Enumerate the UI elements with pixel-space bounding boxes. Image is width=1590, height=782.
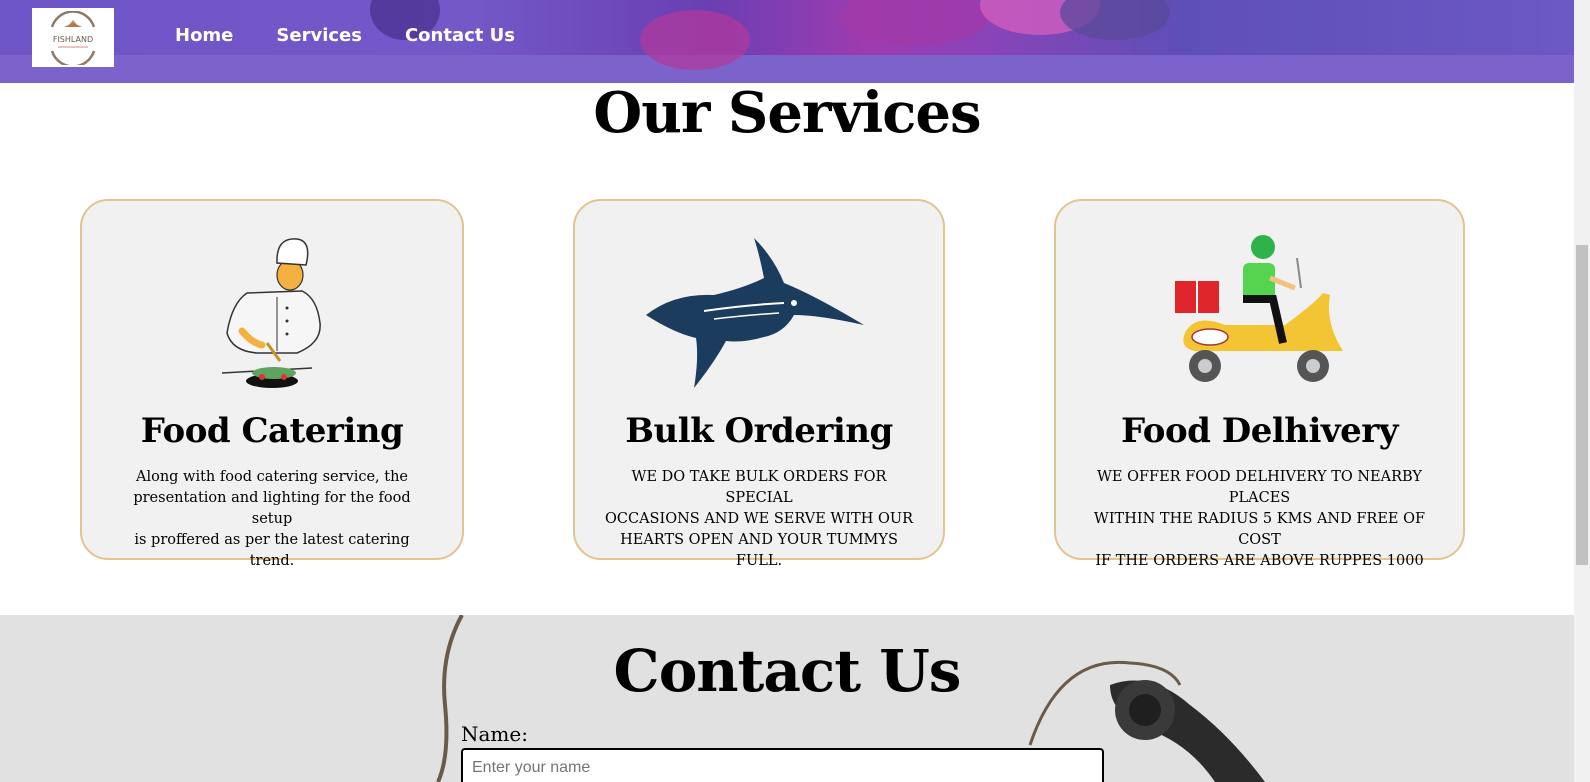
header: FISHLAND Home Services Contact Us [0, 0, 1574, 83]
main-nav: Home Services Contact Us [175, 25, 515, 46]
nav-services-link[interactable]: Services [276, 25, 362, 46]
service-card-title: Food Catering [140, 411, 404, 451]
service-card-delivery: Food Delhivery WE OFFER FOOD DELHIVERY T… [1054, 199, 1465, 569]
nav-contact-link[interactable]: Contact Us [405, 25, 515, 46]
fishland-logo-icon: FISHLAND [50, 10, 96, 65]
contact-section: Contact Us Name: [0, 615, 1574, 782]
service-card-description: WE DO TAKE BULK ORDERS FOR SPECIAL OCCAS… [605, 469, 913, 569]
svg-text:FISHLAND: FISHLAND [53, 35, 93, 44]
services-heading: Our Services [593, 80, 981, 146]
service-card-description: Along with food catering service, the pr… [133, 469, 411, 569]
nav-home-link[interactable]: Home [175, 25, 233, 46]
service-card-title: Bulk Ordering [625, 411, 893, 451]
chef-cooking-icon [82, 233, 462, 393]
name-label: Name: [461, 722, 528, 746]
service-card-title: Food Delhivery [1121, 411, 1398, 451]
marlin-fish-icon [575, 233, 943, 393]
service-card-bulk: Bulk Ordering WE DO TAKE BULK ORDERS FOR… [573, 199, 945, 569]
contact-heading: Contact Us [613, 637, 962, 705]
service-card-catering: Food Catering Along with food catering s… [80, 199, 464, 569]
delivery-scooter-icon [1056, 233, 1463, 393]
scrollbar-thumb[interactable] [1576, 245, 1588, 565]
site-logo[interactable]: FISHLAND [32, 8, 114, 67]
service-card-description: WE OFFER FOOD DELHIVERY TO NEARBY PLACES… [1093, 469, 1426, 569]
name-input[interactable] [461, 748, 1104, 782]
page-scrollbar[interactable] [1574, 0, 1590, 782]
